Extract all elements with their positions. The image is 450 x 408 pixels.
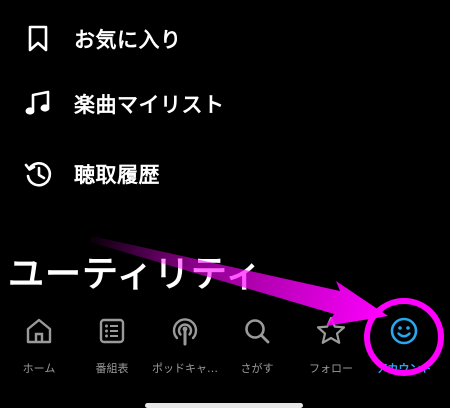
tab-podcast[interactable]: ポッドキャ… xyxy=(149,312,221,384)
tab-label: 番組表 xyxy=(95,362,129,375)
menu-item-label: 聴取履歴 xyxy=(74,163,160,187)
menu-item-label: 楽曲マイリスト xyxy=(74,93,225,117)
tab-label: ホーム xyxy=(22,362,56,375)
bottom-tab-bar: ホーム 番組表 ポッドキャ… さがす フォロー アカウント xyxy=(0,302,450,408)
bookmark-icon xyxy=(22,23,54,55)
podcast-icon xyxy=(168,314,202,348)
tab-home[interactable]: ホーム xyxy=(3,312,75,384)
home-icon xyxy=(22,314,56,348)
menu-item-favorites[interactable]: お気に入り xyxy=(0,11,450,67)
menu-item-my-playlist[interactable]: 楽曲マイリスト xyxy=(0,76,450,132)
menu-item-label: お気に入り xyxy=(74,28,182,52)
tab-label: アカウント xyxy=(376,362,432,375)
music-note-icon xyxy=(22,88,54,120)
smiley-icon xyxy=(387,314,421,348)
home-indicator xyxy=(145,403,303,408)
menu-item-listening-history[interactable]: 聴取履歴 xyxy=(0,146,450,202)
tab-label: フォロー xyxy=(309,362,353,375)
tab-search[interactable]: さがす xyxy=(221,312,293,384)
search-icon xyxy=(240,314,274,348)
tab-label: さがす xyxy=(240,362,274,375)
section-title: ユーティリティ xyxy=(8,254,263,295)
tab-follow[interactable]: フォロー xyxy=(295,312,367,384)
tab-account[interactable]: アカウント xyxy=(368,312,440,384)
tab-label: ポッドキャ… xyxy=(152,362,218,375)
history-icon xyxy=(22,158,54,190)
tab-program-guide[interactable]: 番組表 xyxy=(76,312,148,384)
star-icon xyxy=(314,314,348,348)
program-guide-icon xyxy=(95,314,129,348)
